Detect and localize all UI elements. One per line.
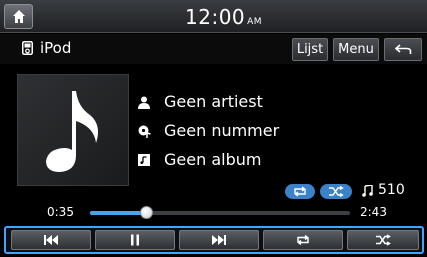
album-art xyxy=(17,74,129,186)
progress-fill xyxy=(90,211,148,215)
progress-knob[interactable] xyxy=(140,206,154,219)
playback-controls xyxy=(4,226,424,254)
repeat-badge xyxy=(285,184,315,199)
pause-icon xyxy=(131,234,139,246)
back-arrow-icon xyxy=(395,44,412,54)
shuffle-icon xyxy=(329,186,344,197)
list-button[interactable]: Lijst xyxy=(292,38,328,61)
clock-ampm: AM xyxy=(247,17,263,27)
clock-time: 12:00 xyxy=(185,5,246,29)
home-icon xyxy=(13,10,25,23)
artist-name: Geen artiest xyxy=(164,92,263,111)
home-button[interactable] xyxy=(4,4,33,29)
elapsed-time: 0:35 xyxy=(47,205,74,219)
ipod-icon xyxy=(22,41,33,55)
album-icon xyxy=(138,154,150,166)
skip-previous-icon xyxy=(44,235,58,245)
clock: 12:00 AM xyxy=(185,5,262,29)
total-time: 2:43 xyxy=(360,205,387,219)
previous-button[interactable] xyxy=(11,230,91,250)
album-name: Geen album xyxy=(164,150,262,169)
pause-button[interactable] xyxy=(95,230,175,250)
status-bar: 12:00 AM xyxy=(0,0,427,33)
shuffle-button[interactable] xyxy=(347,230,419,250)
shuffle-icon xyxy=(376,234,391,246)
back-button[interactable] xyxy=(384,38,422,61)
song-title: Geen nummer xyxy=(164,121,280,140)
repeat-icon xyxy=(294,186,306,197)
menu-button[interactable]: Menu xyxy=(333,38,379,61)
source-label: iPod xyxy=(40,39,72,57)
song-icon xyxy=(138,125,151,138)
progress-track[interactable] xyxy=(90,211,350,215)
repeat-icon xyxy=(297,234,309,246)
track-count: 510 xyxy=(378,182,405,198)
repeat-button[interactable] xyxy=(263,230,343,250)
next-button[interactable] xyxy=(179,230,259,250)
music-note-icon xyxy=(362,185,373,197)
shuffle-badge xyxy=(320,184,352,199)
music-note-icon xyxy=(46,91,98,172)
skip-next-icon xyxy=(212,235,226,245)
person-icon xyxy=(138,96,150,109)
